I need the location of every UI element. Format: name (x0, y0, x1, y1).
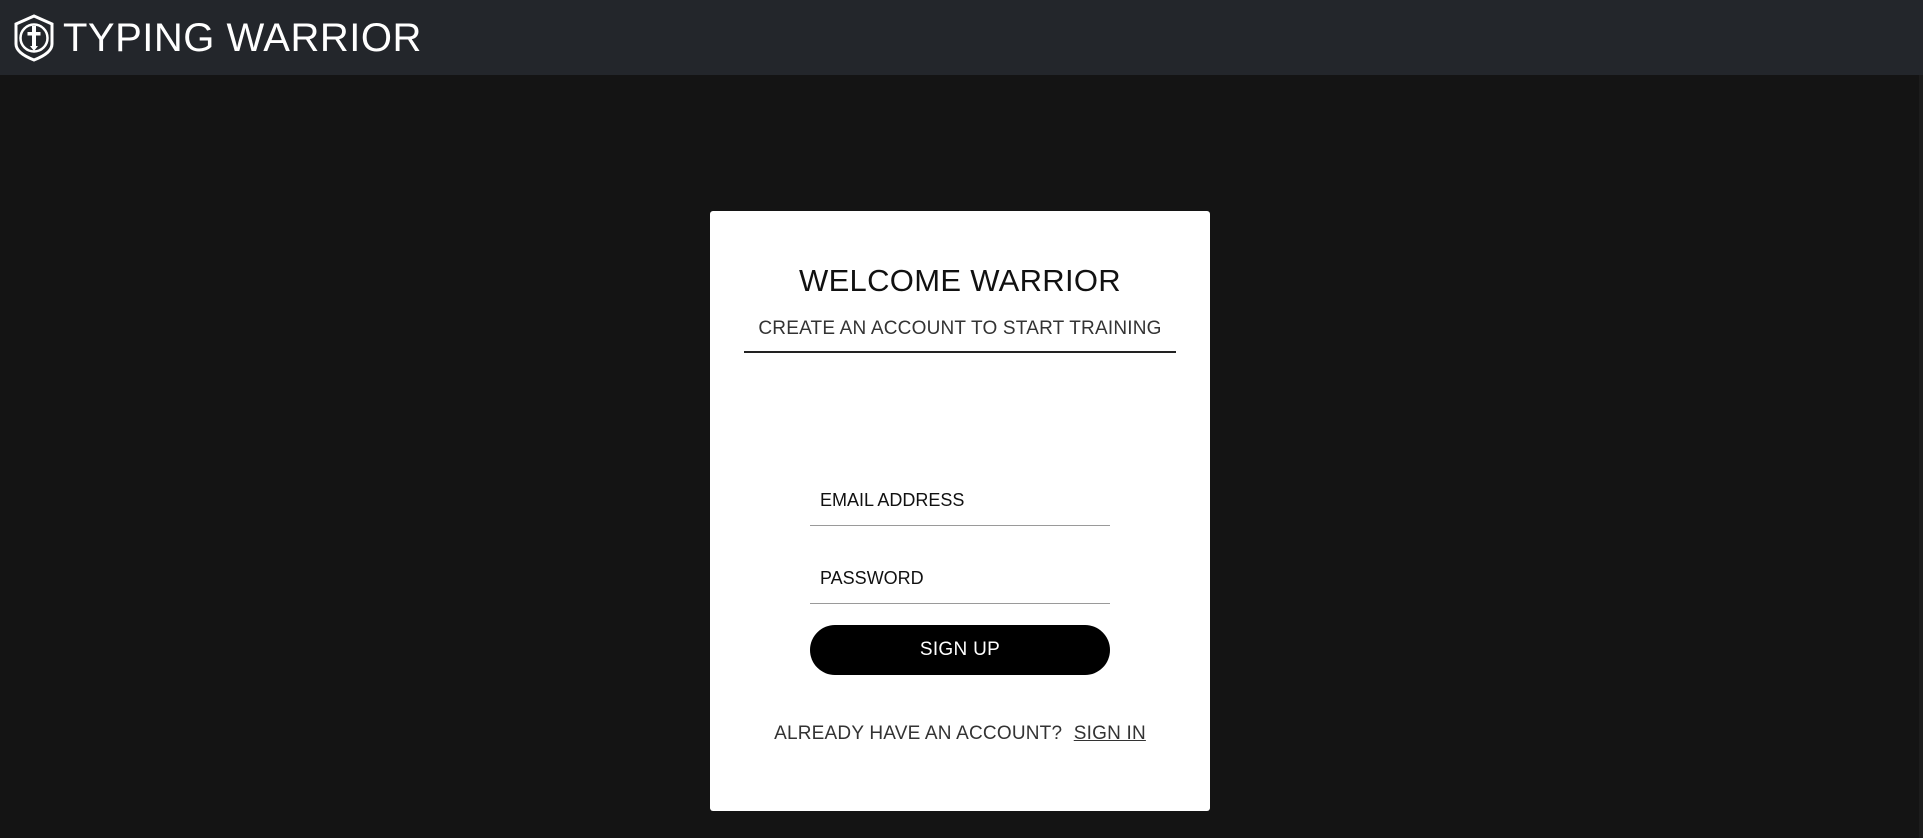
signin-link[interactable]: SIGN IN (1074, 723, 1146, 744)
brand-home-link[interactable]: TYPING WARRIOR (11, 13, 422, 63)
signup-button[interactable]: SIGN UP (810, 625, 1110, 675)
card-subtitle: CREATE AN ACCOUNT TO START TRAINING (758, 318, 1162, 339)
shield-dagger-icon (14, 13, 54, 62)
brand-name: TYPING WARRIOR (63, 15, 422, 60)
signin-prompt: ALREADY HAVE AN ACCOUNT? (774, 723, 1063, 744)
email-field[interactable] (810, 476, 1110, 526)
page-scrollbar[interactable] (1919, 75, 1923, 838)
card-title: WELCOME WARRIOR (799, 263, 1121, 298)
password-field[interactable] (810, 554, 1110, 604)
top-navbar: TYPING WARRIOR (0, 0, 1923, 75)
card-divider (744, 351, 1176, 353)
signin-row: ALREADY HAVE AN ACCOUNT? SIGN IN (710, 723, 1210, 745)
signup-card: WELCOME WARRIOR CREATE AN ACCOUNT TO STA… (710, 211, 1210, 811)
